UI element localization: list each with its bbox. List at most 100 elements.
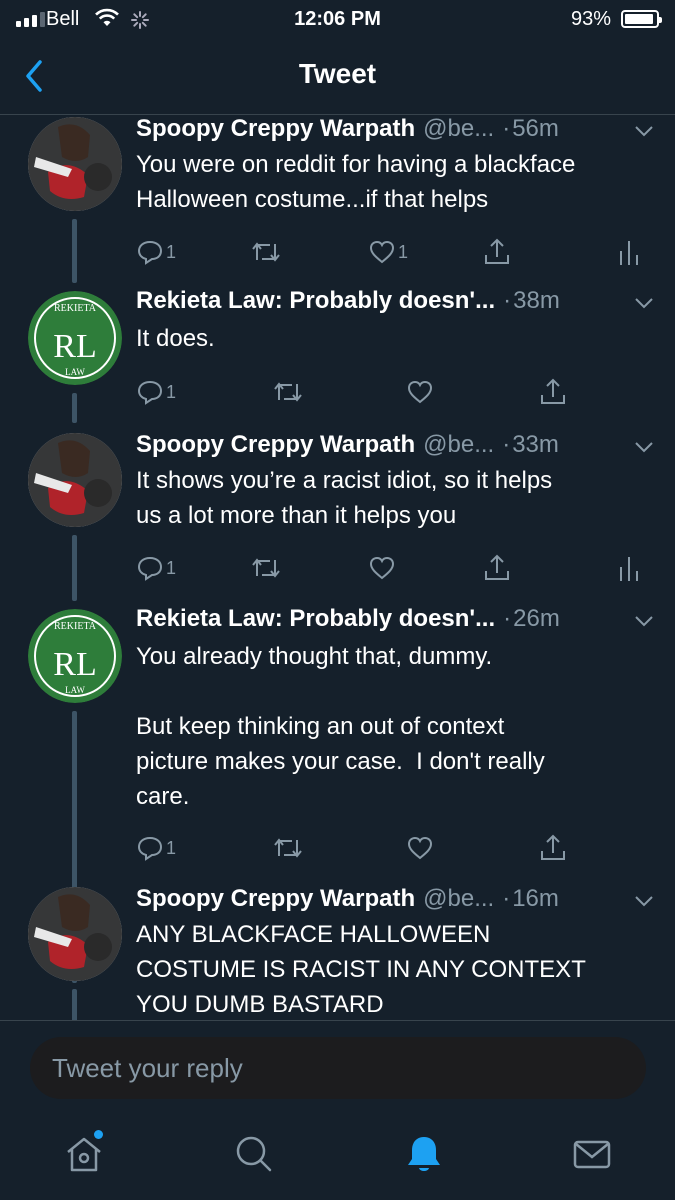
share-icon — [485, 554, 509, 580]
comic-hero-avatar-icon — [28, 117, 122, 211]
rekieta-law-logo-icon: REKIETA RL LAW — [28, 291, 122, 385]
like-button[interactable] — [406, 375, 434, 409]
tweet-text: You were on reddit for having a blackfac… — [136, 151, 576, 213]
chevron-down-icon[interactable] — [633, 439, 655, 455]
tweet-timestamp: 33m — [512, 431, 559, 458]
rekieta-law-logo-icon: REKIETA RL LAW — [28, 609, 122, 703]
user-handle[interactable]: @be... — [423, 885, 494, 912]
retweet-button[interactable] — [272, 375, 304, 409]
reply-button[interactable]: 1 — [136, 831, 176, 865]
share-button[interactable] — [538, 831, 568, 865]
bottom-tab-bar — [0, 1100, 675, 1200]
like-button[interactable] — [406, 831, 434, 865]
analytics-icon — [620, 557, 638, 581]
reply-icon — [137, 240, 163, 265]
heart-icon — [407, 836, 433, 860]
share-icon — [541, 834, 565, 860]
separator-dot: · — [503, 605, 512, 632]
logo-bottom-text: LAW — [65, 685, 85, 695]
retweet-icon — [274, 838, 302, 858]
retweet-icon — [274, 382, 302, 402]
messages-icon[interactable] — [570, 1132, 614, 1176]
display-name[interactable]: Spoopy Creppy Warpath — [136, 885, 415, 912]
retweet-button[interactable] — [272, 831, 304, 865]
reply-icon — [137, 380, 163, 405]
tweet-thread[interactable]: Spoopy Creppy Warpath @be... ·56m You were… — [0, 115, 675, 1020]
analytics-button[interactable] — [618, 551, 640, 585]
tweet-timestamp: 26m — [513, 605, 560, 632]
notifications-icon[interactable] — [402, 1132, 446, 1176]
status-bar: Bell 12:06 PM 93% — [0, 0, 675, 40]
thread-connector-line — [72, 219, 77, 283]
reply-count: 1 — [166, 381, 177, 402]
heart-icon — [369, 556, 395, 580]
display-name[interactable]: Spoopy Creppy Warpath — [136, 115, 415, 142]
tweet-timestamp: 16m — [512, 885, 559, 912]
analytics-icon — [620, 241, 638, 265]
reply-count: 1 — [166, 557, 177, 578]
tweet-actions: 1 — [136, 551, 656, 585]
display-name[interactable]: Rekieta Law: Probably doesn'... — [136, 605, 495, 632]
tweet-timestamp: 56m — [512, 115, 559, 142]
chevron-down-icon[interactable] — [633, 893, 655, 909]
reply-icon — [137, 836, 163, 861]
chevron-down-icon[interactable] — [633, 613, 655, 629]
logo-top-text: REKIETA — [54, 621, 97, 632]
like-count: 1 — [398, 241, 409, 262]
reply-button[interactable]: 1 — [136, 235, 176, 269]
heart-icon — [369, 240, 395, 264]
thread-connector-line — [72, 989, 77, 1020]
analytics-button[interactable] — [618, 235, 640, 269]
separator-dot: · — [502, 115, 511, 142]
reply-bar — [0, 1020, 675, 1101]
separator-dot: · — [502, 431, 511, 458]
logo-letters: RL — [53, 328, 96, 365]
retweet-button[interactable] — [250, 551, 282, 585]
retweet-icon — [252, 242, 280, 262]
separator-dot: · — [502, 885, 511, 912]
avatar[interactable]: REKIETA RL LAW — [28, 609, 122, 703]
separator-dot: · — [503, 287, 512, 314]
chevron-down-icon[interactable] — [633, 123, 655, 139]
battery-percentage: 93% — [570, 8, 611, 30]
share-button[interactable] — [482, 235, 512, 269]
user-handle[interactable]: @be... — [423, 431, 494, 458]
logo-bottom-text: LAW — [65, 367, 85, 377]
share-button[interactable] — [538, 375, 568, 409]
reply-count: 1 — [166, 241, 177, 262]
logo-letters: RL — [53, 646, 96, 683]
battery-icon — [621, 10, 662, 28]
navigation-header: Tweet — [0, 40, 675, 115]
like-button[interactable]: 1 — [368, 235, 408, 269]
avatar[interactable] — [28, 887, 122, 981]
chevron-down-icon[interactable] — [633, 295, 655, 311]
tweet-text: It does. — [136, 325, 215, 352]
tweet-actions: 1 — [136, 375, 656, 409]
thread-connector-line — [72, 393, 77, 423]
comic-hero-avatar-icon — [28, 433, 122, 527]
retweet-icon — [252, 558, 280, 578]
avatar[interactable] — [28, 117, 122, 211]
logo-top-text: REKIETA — [54, 303, 97, 314]
share-icon — [485, 238, 509, 264]
page-title: Tweet — [298, 58, 377, 89]
avatar[interactable]: REKIETA RL LAW — [28, 291, 122, 385]
thread-connector-line — [72, 535, 77, 601]
display-name[interactable]: Spoopy Creppy Warpath — [136, 431, 415, 458]
tweet-text: ANY BLACKFACE HALLOWEEN COSTUME IS RACIS… — [136, 921, 586, 1018]
tweet-text: It shows you’re a racist idiot, so it he… — [136, 467, 553, 529]
user-handle[interactable]: @be... — [423, 115, 494, 142]
share-button[interactable] — [482, 551, 512, 585]
display-name[interactable]: Rekieta Law: Probably doesn'... — [136, 287, 495, 314]
retweet-button[interactable] — [250, 235, 282, 269]
reply-icon — [137, 556, 163, 581]
reply-button[interactable]: 1 — [136, 551, 176, 585]
tweet-reply-input[interactable] — [30, 1037, 646, 1099]
avatar[interactable] — [28, 433, 122, 527]
search-icon[interactable] — [232, 1132, 276, 1176]
tweet-timestamp: 38m — [513, 287, 560, 314]
comic-hero-avatar-icon — [28, 887, 122, 981]
reply-button[interactable]: 1 — [136, 375, 176, 409]
like-button[interactable] — [368, 551, 396, 585]
share-icon — [541, 378, 565, 404]
